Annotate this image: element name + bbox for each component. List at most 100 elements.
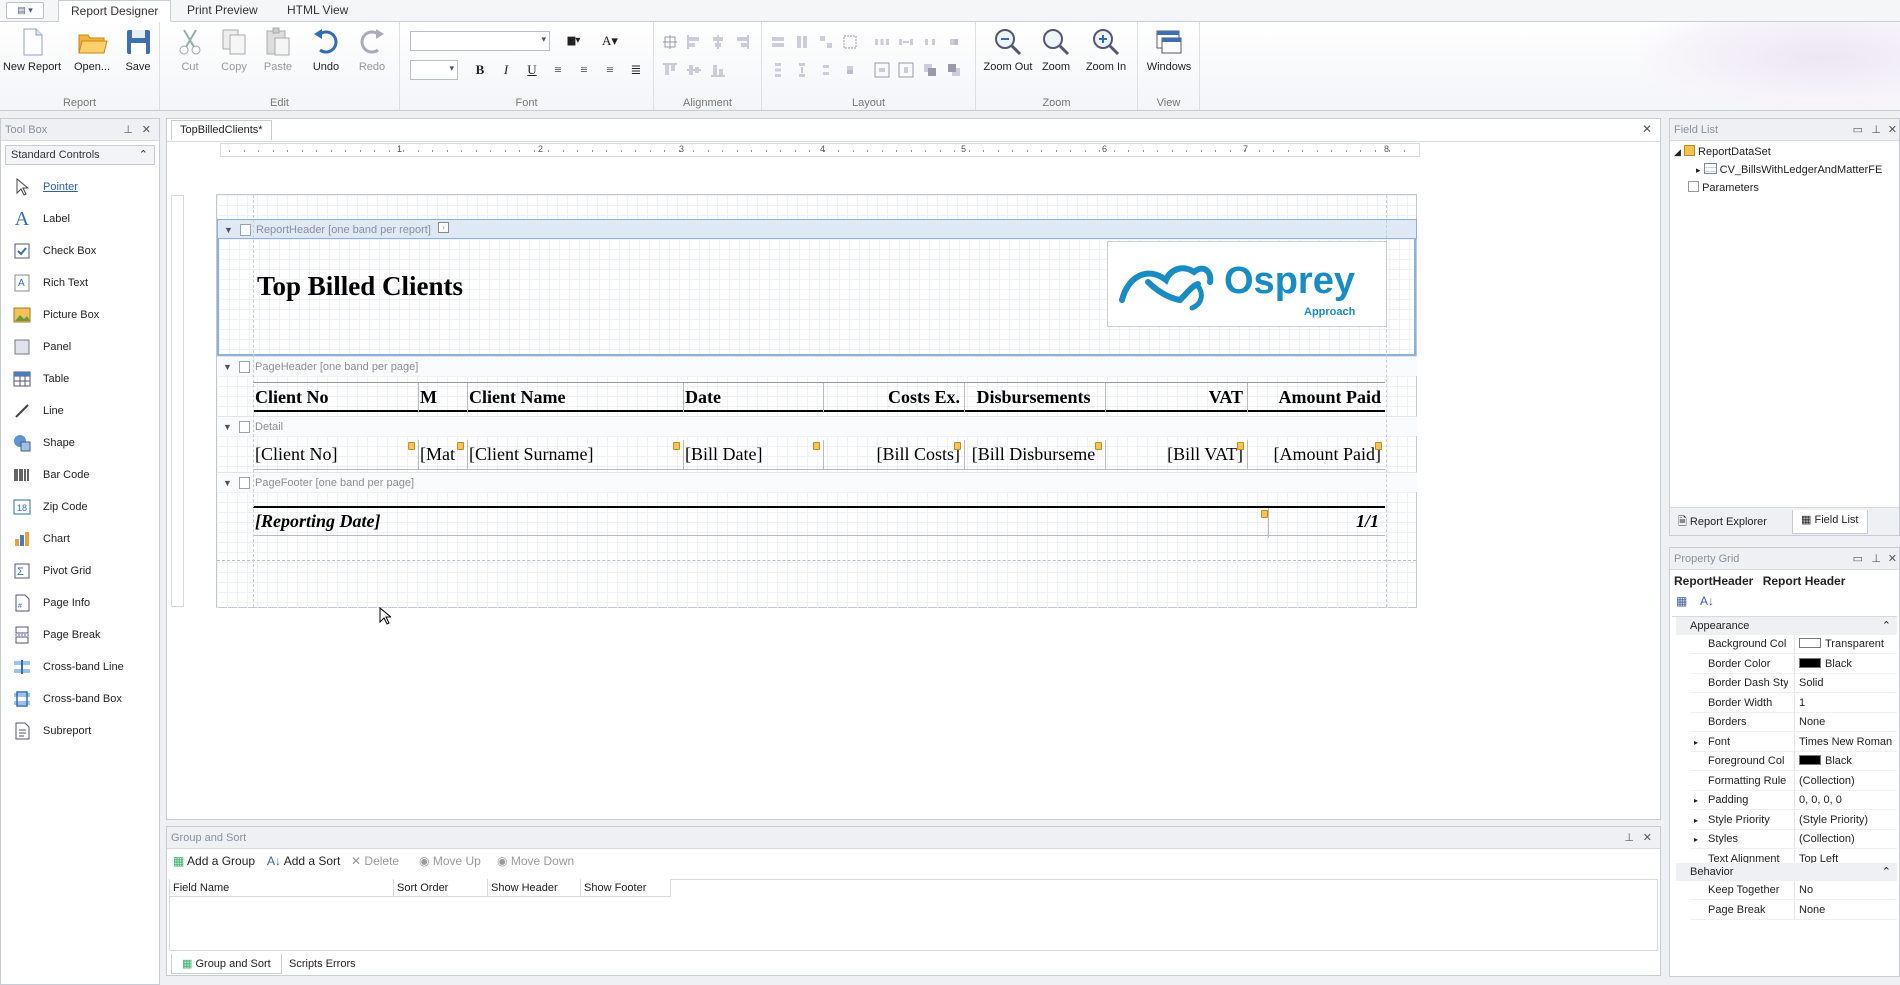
pin-icon[interactable]: ⊥	[1871, 548, 1881, 570]
selected-object[interactable]: ReportHeader Report Header	[1674, 574, 1845, 588]
property-value[interactable]: Times New Roman,...	[1794, 732, 1893, 752]
property-row[interactable]: Background Col Transparent	[1690, 635, 1897, 654]
italic-button[interactable]: I	[496, 60, 516, 80]
horizontal-spacing-remove-icon[interactable]	[946, 34, 962, 50]
same-width-icon[interactable]	[770, 34, 786, 50]
size-to-grid-icon[interactable]	[842, 34, 858, 50]
property-row[interactable]: ▸ Style Priority (Style Priority)	[1690, 810, 1897, 830]
add-sort-button[interactable]: A↓ Add a Sort	[267, 854, 340, 868]
background-color-button[interactable]: ▆▾	[560, 31, 588, 51]
toolbox-item-line[interactable]: Line	[1, 395, 159, 427]
logo-picture-box[interactable]: Osprey Approach	[1107, 241, 1387, 327]
property-row[interactable]: ▸ Font Times New Roman,...	[1690, 732, 1897, 752]
tab-field-list[interactable]: ▦ Field List	[1792, 510, 1868, 534]
property-row[interactable]: Formatting Rule (Collection)	[1690, 771, 1897, 791]
undo-button[interactable]: Undo	[306, 26, 346, 73]
header-cell-7[interactable]: Amount Paid	[1249, 387, 1381, 408]
windows-button[interactable]: Windows	[1144, 26, 1194, 73]
align-centers-icon[interactable]	[710, 34, 726, 50]
detail-cell-6[interactable]: [Bill VAT]	[1107, 444, 1243, 465]
report-title[interactable]: Top Billed Clients	[257, 271, 463, 302]
property-value[interactable]: None	[1794, 713, 1893, 732]
collapse-triangle-icon[interactable]: ▼	[223, 417, 232, 437]
toolbox-category[interactable]: Standard Controls ⌃	[5, 145, 155, 165]
vertical-spacing-increase-icon[interactable]	[794, 62, 810, 78]
page-number-field[interactable]: 1/1	[1275, 511, 1379, 532]
tab-html-view[interactable]: HTML View	[275, 0, 360, 22]
delete-button[interactable]: ✕ Delete	[351, 854, 399, 868]
property-value[interactable]: Black	[1794, 752, 1893, 771]
justify-button[interactable]: ≣	[626, 60, 646, 80]
property-row[interactable]: Borders None	[1690, 713, 1897, 732]
font-name-combo[interactable]	[410, 31, 550, 51]
underline-button[interactable]: U	[522, 60, 542, 80]
horizontal-spacing-equal-icon[interactable]	[874, 34, 890, 50]
band-page-header[interactable]: ▼ PageHeader [one band per page]	[217, 356, 1417, 376]
column-sort-order[interactable]: Sort Order	[394, 879, 488, 897]
header-cell-4[interactable]: Costs Ex.	[825, 387, 960, 408]
move-down-button[interactable]: ◉ Move Down	[497, 854, 574, 868]
property-row[interactable]: Foreground Col Black	[1690, 752, 1897, 771]
detail-cell-5[interactable]: [Bill Disburseme	[966, 444, 1101, 465]
alphabetical-sort-icon[interactable]: A↓	[1700, 594, 1714, 608]
column-show-header[interactable]: Show Header	[488, 879, 581, 897]
toolbox-item-cross-band-line[interactable]: Cross-band Line	[1, 651, 159, 683]
property-value[interactable]: 1	[1794, 693, 1893, 713]
tree-node-reportdataset[interactable]: ◢ ReportDataSet	[1674, 143, 1771, 161]
detail-body[interactable]: [Client No] [Mat [Client Surname] [Bill Dat…	[217, 436, 1416, 472]
toolbox-item-pivot-grid[interactable]: Σ Pivot Grid	[1, 555, 159, 587]
property-value[interactable]: Solid	[1794, 674, 1893, 693]
property-value[interactable]: Black	[1794, 654, 1893, 674]
align-rights-icon[interactable]	[734, 34, 750, 50]
horizontal-spacing-increase-icon[interactable]	[898, 34, 914, 50]
column-field-name[interactable]: Field Name	[170, 879, 394, 897]
property-value[interactable]: None	[1794, 900, 1893, 920]
category-behavior[interactable]: Behavior ⌃	[1676, 863, 1897, 881]
close-icon[interactable]: ✕	[142, 119, 151, 141]
align-lefts-icon[interactable]	[686, 34, 702, 50]
categorized-view-icon[interactable]: ▦	[1676, 594, 1687, 608]
property-row[interactable]: Keep Together No	[1690, 881, 1897, 900]
toolbox-item-panel[interactable]: Panel	[1, 331, 159, 363]
header-cell-5[interactable]: Disbursements	[966, 387, 1101, 408]
vertical-spacing-equal-icon[interactable]	[770, 62, 786, 78]
footer-table[interactable]: [Reporting Date] 1/1	[253, 506, 1385, 538]
vertical-spacing-remove-icon[interactable]	[842, 62, 858, 78]
align-middles-icon[interactable]	[686, 62, 702, 78]
align-left-button[interactable]: ≡	[548, 60, 568, 80]
toolbox-item-page-info[interactable]: # Page Info	[1, 587, 159, 619]
restore-icon[interactable]: ▭	[1853, 548, 1863, 570]
property-value[interactable]: 0, 0, 0, 0	[1794, 791, 1893, 810]
same-height-icon[interactable]	[794, 34, 810, 50]
pin-icon[interactable]: ⊥	[1624, 827, 1634, 849]
property-value[interactable]: Transparent	[1794, 635, 1893, 654]
zoom-button[interactable]: Zoom	[1036, 26, 1076, 73]
collapse-triangle-icon[interactable]: ▼	[223, 357, 232, 377]
toolbox-item-pointer[interactable]: Pointer	[1, 171, 159, 203]
toolbox-item-bar-code[interactable]: Bar Code	[1, 459, 159, 491]
close-document-icon[interactable]: ✕	[1642, 122, 1652, 136]
collapse-triangle-icon[interactable]: ▼	[224, 220, 233, 240]
property-row[interactable]: ▸ Styles (Collection)	[1690, 830, 1897, 849]
cut-button[interactable]: Cut	[170, 26, 210, 73]
detail-cell-3[interactable]: [Bill Date]	[685, 444, 820, 465]
property-value[interactable]: (Style Priority)	[1794, 810, 1893, 830]
align-to-grid-icon[interactable]	[662, 34, 678, 50]
header-cell-6[interactable]: VAT	[1107, 387, 1243, 408]
tree-node-view[interactable]: ▸ CV_BillsWithLedgerAndMatterFE	[1696, 161, 1882, 179]
move-up-button[interactable]: ◉ Move Up	[419, 854, 481, 868]
category-appearance[interactable]: Appearance ⌃	[1676, 617, 1897, 635]
tab-scripts-errors[interactable]: Scripts Errors	[279, 954, 366, 974]
expand-triangle-icon[interactable]: ▸	[1694, 811, 1698, 830]
property-row[interactable]: Border Width 1	[1690, 693, 1897, 713]
column-show-footer[interactable]: Show Footer	[581, 879, 671, 897]
smart-tag-icon[interactable]: ›	[438, 222, 449, 233]
foreground-color-button[interactable]: A▾	[596, 31, 624, 51]
align-bottoms-icon[interactable]	[710, 62, 726, 78]
band-page-footer[interactable]: ▼ PageFooter [one band per page]	[217, 472, 1417, 492]
collapse-triangle-icon[interactable]: ▼	[223, 473, 232, 493]
toolbox-item-subreport[interactable]: Subreport	[1, 715, 159, 747]
open-button[interactable]: Open...	[70, 26, 114, 73]
application-menu-button[interactable]: ▤ ▾	[6, 2, 44, 19]
toolbox-item-shape[interactable]: Shape	[1, 427, 159, 459]
